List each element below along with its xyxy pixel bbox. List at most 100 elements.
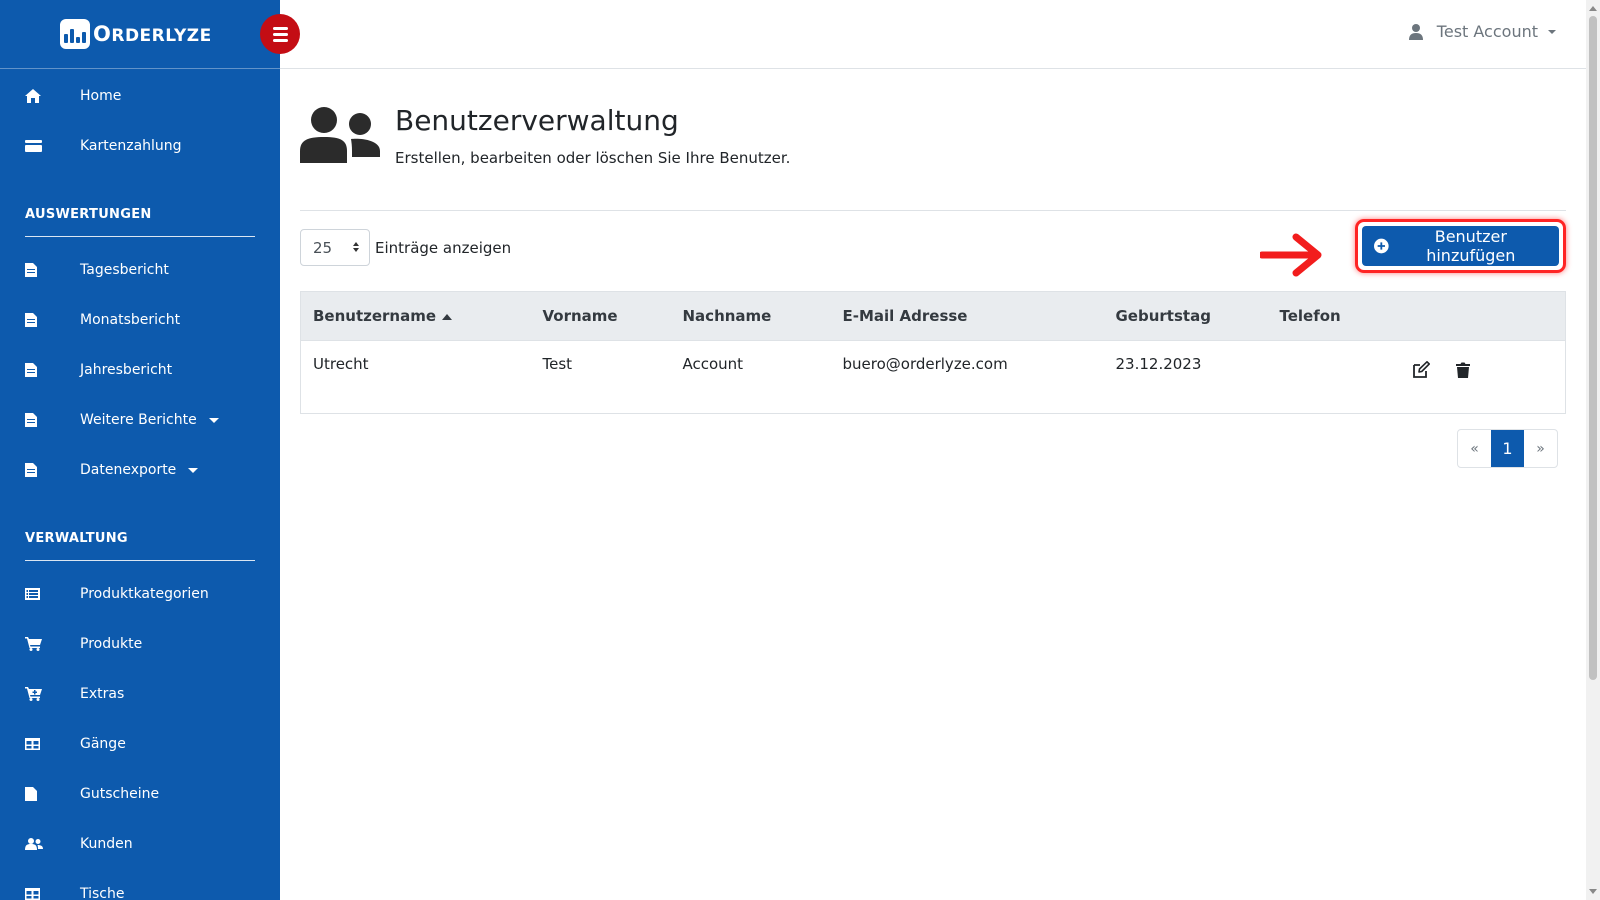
scroll-down-icon[interactable] bbox=[1589, 889, 1597, 894]
cart-plus-icon bbox=[25, 687, 80, 701]
brand[interactable]: ORDERLYZE bbox=[0, 0, 280, 69]
page-subtitle: Erstellen, bearbeiten oder löschen Sie I… bbox=[395, 149, 791, 167]
column-header-geburtstag[interactable]: Geburtstag bbox=[1103, 291, 1268, 341]
logo-text: ORDERLYZE bbox=[93, 22, 212, 46]
column-header-actions bbox=[1387, 291, 1566, 341]
sidebar-item-home[interactable]: Home bbox=[0, 71, 280, 121]
page-length-label: Einträge anzeigen bbox=[375, 239, 512, 257]
users-icon bbox=[300, 107, 380, 163]
list-icon bbox=[25, 588, 80, 600]
scrollbar-thumb[interactable] bbox=[1589, 16, 1597, 680]
trash-icon[interactable] bbox=[1456, 362, 1471, 382]
add-button-highlight: Benutzer hinzufügen bbox=[1355, 219, 1566, 273]
topbar: Test Account bbox=[280, 0, 1586, 69]
section-heading-auswertungen: AUSWERTUNGEN bbox=[25, 207, 152, 222]
logo-icon bbox=[60, 19, 90, 49]
sidebar-item-label: Gutscheine bbox=[80, 786, 160, 802]
plus-circle-icon bbox=[1374, 238, 1389, 254]
chevron-down-icon bbox=[1548, 29, 1556, 34]
arrow-right-icon bbox=[1260, 233, 1322, 277]
table-icon bbox=[25, 738, 80, 750]
add-user-label: Benutzer hinzufügen bbox=[1426, 227, 1516, 265]
cart-icon bbox=[25, 637, 80, 651]
add-user-button[interactable]: Benutzer hinzufügen bbox=[1362, 226, 1559, 266]
sidebar-item-kartenzahlung[interactable]: Kartenzahlung bbox=[0, 121, 280, 171]
credit-card-icon bbox=[25, 140, 80, 152]
sidebar-item-label: Extras bbox=[80, 686, 125, 702]
hamburger-icon bbox=[272, 26, 288, 30]
section-heading-verwaltung: VERWALTUNG bbox=[25, 531, 128, 546]
sidebar-item-produkte[interactable]: Produkte bbox=[0, 619, 280, 669]
sidebar-item-label: Tagesbericht bbox=[80, 262, 169, 278]
account-name: Test Account bbox=[1436, 22, 1538, 41]
file-icon bbox=[25, 313, 80, 327]
pagination: « 1 » bbox=[1457, 429, 1558, 468]
sidebar-item-kunden[interactable]: Kunden bbox=[0, 819, 280, 869]
sidebar-item-gaenge[interactable]: Gänge bbox=[0, 719, 280, 769]
column-header-telefon[interactable]: Telefon bbox=[1267, 291, 1388, 341]
sidebar-item-label: Kartenzahlung bbox=[80, 138, 182, 154]
page-length-value: 25 bbox=[313, 238, 333, 257]
sidebar-item-label: Datenexporte bbox=[80, 462, 177, 478]
column-header-nachname[interactable]: Nachname bbox=[670, 291, 831, 341]
chevron-down-icon bbox=[188, 467, 199, 473]
cell-lastname: Account bbox=[682, 355, 744, 373]
sidebar-item-label: Kunden bbox=[80, 836, 133, 852]
user-icon bbox=[1408, 23, 1423, 40]
sidebar-item-weitere-berichte[interactable]: Weitere Berichte bbox=[0, 395, 280, 445]
scrollbar[interactable] bbox=[1586, 0, 1600, 900]
column-header-benutzername[interactable]: Benutzername bbox=[300, 291, 531, 341]
sidebar-item-label: Home bbox=[80, 88, 122, 104]
cell-username: Utrecht bbox=[313, 355, 369, 373]
file-icon bbox=[25, 263, 80, 277]
table-row: Utrecht Test Account buero@orderlyze.com… bbox=[301, 341, 1566, 414]
menu-toggle-button[interactable] bbox=[260, 14, 300, 54]
cell-actions bbox=[1388, 341, 1566, 414]
page-length-select[interactable]: 25 bbox=[300, 229, 370, 266]
table-header-row: Benutzername Vorname Nachname E-Mail Adr… bbox=[300, 291, 1566, 341]
account-menu[interactable]: Test Account bbox=[1408, 22, 1556, 41]
file-icon bbox=[25, 787, 80, 801]
column-header-email[interactable]: E-Mail Adresse bbox=[830, 291, 1104, 341]
cell-phone bbox=[1268, 341, 1388, 414]
sidebar-item-datenexporte[interactable]: Datenexporte bbox=[0, 445, 280, 495]
pagination-next[interactable]: » bbox=[1524, 430, 1557, 467]
file-icon bbox=[25, 463, 80, 477]
sidebar-item-label: Produkte bbox=[80, 636, 143, 652]
cell-birthday: 23.12.2023 bbox=[1115, 355, 1202, 373]
sidebar-item-jahresbericht[interactable]: Jahresbericht bbox=[0, 345, 280, 395]
page-title: Benutzerverwaltung bbox=[395, 104, 679, 137]
sidebar-item-produktkategorien[interactable]: Produktkategorien bbox=[0, 569, 280, 619]
cell-firstname: Test bbox=[542, 355, 573, 373]
file-icon bbox=[25, 413, 80, 427]
pagination-page-1[interactable]: 1 bbox=[1491, 430, 1524, 467]
home-icon bbox=[25, 89, 80, 103]
table-icon bbox=[25, 888, 80, 900]
pagination-prev[interactable]: « bbox=[1458, 430, 1491, 467]
sidebar-item-label: Jahresbericht bbox=[80, 362, 173, 378]
sidebar-item-monatsbericht[interactable]: Monatsbericht bbox=[0, 295, 280, 345]
edit-icon[interactable] bbox=[1412, 361, 1430, 383]
users-table: Benutzername Vorname Nachname E-Mail Adr… bbox=[300, 291, 1566, 414]
main-content: Benutzerverwaltung Erstellen, bearbeiten… bbox=[300, 69, 1566, 468]
sidebar-item-tische[interactable]: Tische bbox=[0, 869, 280, 900]
page-header: Benutzerverwaltung Erstellen, bearbeiten… bbox=[300, 69, 1566, 211]
sidebar: ORDERLYZE Home Kartenzahlung AUSWERTUNGE… bbox=[0, 0, 280, 900]
sidebar-item-extras[interactable]: Extras bbox=[0, 669, 280, 719]
column-header-vorname[interactable]: Vorname bbox=[530, 291, 671, 341]
sidebar-item-label: Monatsbericht bbox=[80, 312, 181, 328]
cell-email: buero@orderlyze.com bbox=[842, 355, 1008, 373]
sidebar-item-gutscheine[interactable]: Gutscheine bbox=[0, 769, 280, 819]
divider bbox=[25, 236, 255, 237]
sidebar-item-tagesbericht[interactable]: Tagesbericht bbox=[0, 245, 280, 295]
scroll-up-icon[interactable] bbox=[1589, 6, 1597, 11]
table-controls: 25 Einträge anzeigen Benutzer hinzufügen bbox=[300, 211, 1566, 291]
sort-asc-icon bbox=[442, 313, 453, 320]
sidebar-item-label: Gänge bbox=[80, 736, 126, 752]
file-icon bbox=[25, 363, 80, 377]
chevron-down-icon bbox=[208, 417, 219, 423]
sidebar-item-label: Weitere Berichte bbox=[80, 412, 197, 428]
sidebar-item-label: Tische bbox=[80, 886, 125, 900]
users-icon bbox=[25, 838, 80, 850]
select-arrows-icon bbox=[353, 242, 359, 252]
